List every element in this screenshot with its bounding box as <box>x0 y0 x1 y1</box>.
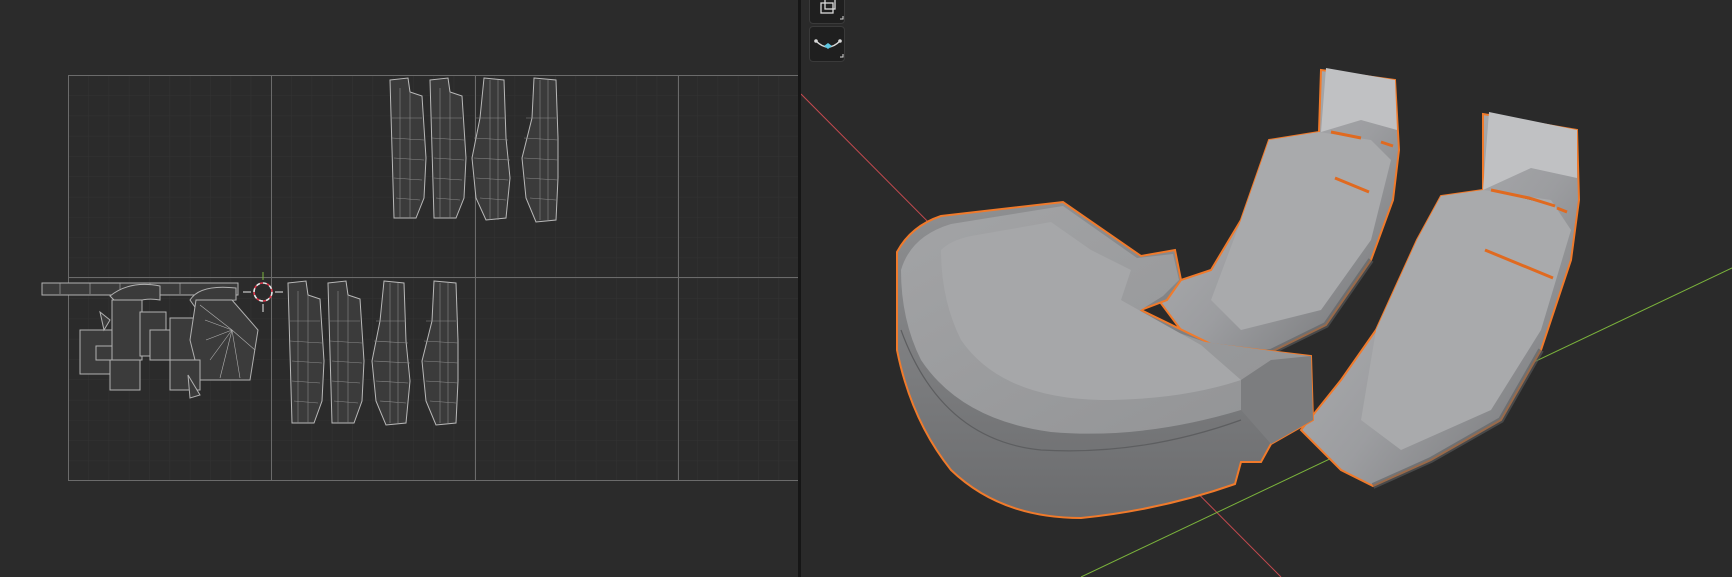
uv-island <box>287 280 325 424</box>
uv-island <box>389 77 427 219</box>
uv-canvas[interactable] <box>0 0 798 577</box>
transform-tool-icon <box>820 0 844 20</box>
uv-island <box>327 280 365 424</box>
transform-tool-button[interactable] <box>809 0 845 24</box>
uv-island <box>429 77 467 219</box>
viewport-canvas[interactable] <box>801 0 1732 577</box>
seat-back-object[interactable] <box>1149 68 1401 365</box>
3d-viewport[interactable] <box>801 0 1732 577</box>
curve-draw-tool-icon <box>814 39 844 58</box>
curve-draw-tool-button[interactable] <box>809 26 845 62</box>
uv-editor[interactable] <box>0 0 798 577</box>
